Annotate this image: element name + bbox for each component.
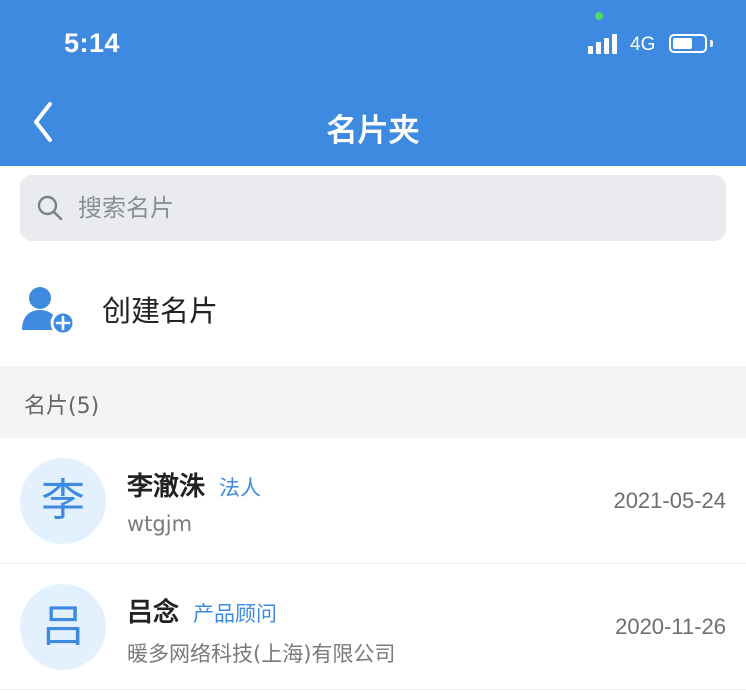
search-bar[interactable]: [20, 175, 726, 241]
create-card-button[interactable]: 创建名片: [0, 250, 746, 366]
battery-tip: [710, 40, 713, 47]
search-input[interactable]: [78, 175, 698, 241]
privacy-indicator-dot: [595, 12, 603, 20]
card-name-text: 吕念: [127, 598, 180, 628]
card-name: 李澈洙 法人: [127, 466, 261, 503]
avatar: 吕: [20, 584, 106, 670]
card-date: 2020-11-26: [615, 614, 726, 639]
card-name: 吕念 产品顾问: [127, 592, 277, 629]
card-count-label: 名片(5): [24, 394, 100, 419]
create-card-label: 创建名片: [102, 294, 219, 328]
app-header: 5:14 4G 名片夹: [0, 0, 746, 166]
card-date: 2021-05-24: [613, 488, 726, 513]
card-role: 产品顾问: [193, 602, 278, 626]
card-name-text: 李澈洙: [127, 472, 206, 502]
signal-strength-icon: [588, 34, 624, 54]
avatar: 李: [20, 458, 106, 544]
search-icon: [37, 195, 63, 221]
card-item[interactable]: 李 李澈洙 法人 wtgjm 2021-05-24: [0, 438, 746, 564]
battery-level: [673, 38, 693, 49]
card-role: 法人: [219, 476, 262, 500]
card-item[interactable]: 吕 吕念 产品顾问 暖多网络科技(上海)有限公司 2020-11-26: [0, 564, 746, 690]
page-title: 名片夹: [326, 113, 420, 149]
card-subtitle: wtgjm: [127, 512, 193, 536]
status-time: 5:14: [64, 28, 121, 58]
card-subtitle: 暖多网络科技(上海)有限公司: [127, 642, 396, 666]
add-user-icon: [22, 287, 76, 336]
network-type: 4G: [630, 34, 656, 55]
section-header: 名片(5): [0, 366, 746, 438]
battery-icon: [669, 34, 707, 53]
